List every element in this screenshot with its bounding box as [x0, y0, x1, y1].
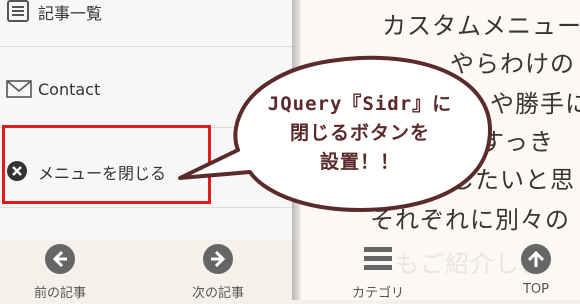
nav-label: 次の記事 [191, 286, 244, 301]
menu-item-articles[interactable]: 記事一覧 [0, 0, 297, 32]
prev-article-button[interactable]: 前の記事 [14, 240, 106, 301]
article-line: や勝手に [490, 90, 580, 118]
list-icon [6, 0, 30, 26]
top-button[interactable]: TOP [490, 240, 580, 300]
menu-bars-icon [362, 243, 394, 279]
nav-label: カテゴリ [351, 286, 404, 301]
mail-icon [6, 80, 32, 102]
article-line: 、すっき [455, 128, 555, 156]
menu-item-label: 記事一覧 [38, 4, 103, 23]
bottom-nav: 前の記事 次の記事 カテゴリ TOP [0, 240, 580, 301]
divider [0, 207, 297, 208]
nav-label: TOP [522, 282, 549, 297]
article-line: カスタムメニュー [382, 12, 580, 40]
divider [0, 46, 297, 47]
arrow-up-circle-icon [520, 243, 552, 279]
arrow-left-circle-icon [44, 243, 76, 279]
highlight-box [2, 125, 211, 204]
article-line: やらわけの [450, 50, 575, 78]
article-line: それぞれに別々の [370, 206, 570, 234]
nav-label: 前の記事 [33, 286, 86, 301]
article-line: したいと思 [450, 166, 575, 194]
menu-item-contact[interactable]: Contact [0, 68, 297, 112]
next-article-button[interactable]: 次の記事 [172, 240, 264, 301]
arrow-right-circle-icon [202, 243, 234, 279]
menu-item-label: Contact [38, 80, 101, 99]
sidr-menu: 記事一覧 Contact メニューを閉じる [0, 0, 297, 240]
categories-button[interactable]: カテゴリ [332, 240, 424, 301]
